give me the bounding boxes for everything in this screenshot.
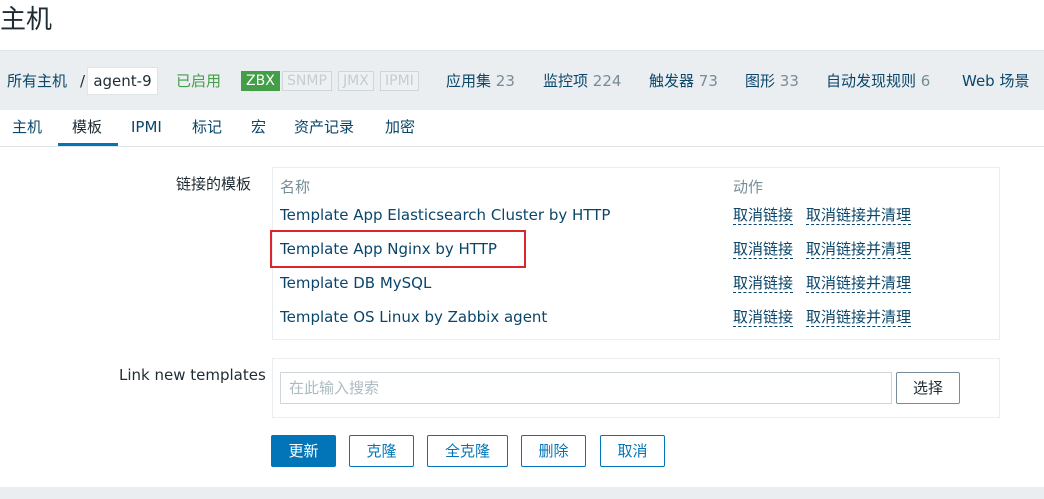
nav-web-link[interactable]: Web 场景 [962,72,1029,90]
nav-applications-label: 应用集 [446,72,492,90]
unlink-clear-button-mysql[interactable]: 取消链接并清理 [806,274,912,293]
column-header-action: 动作 [733,178,764,196]
full-clone-button[interactable]: 全克隆 [427,435,508,467]
unlink-button-elasticsearch[interactable]: 取消链接 [733,206,794,225]
availability-ipmi-badge: IPMI [380,71,419,91]
nav-items-link[interactable]: 监控项 224 [543,72,621,90]
linked-templates-label: 链接的模板 [176,175,252,193]
nav-discovery-count: 6 [920,72,931,90]
tab-inventory[interactable]: 资产记录 [294,118,354,136]
availability-snmp-badge: SNMP [282,71,332,91]
nav-triggers-link[interactable]: 触发器 73 [649,72,718,90]
tab-encryption[interactable]: 加密 [385,118,415,136]
cancel-button[interactable]: 取消 [600,435,665,467]
tab-host[interactable]: 主机 [12,118,42,136]
link-new-templates-label: Link new templates [119,366,266,384]
unlink-button-nginx[interactable]: 取消链接 [733,240,794,259]
unlink-clear-button-nginx[interactable]: 取消链接并清理 [806,240,912,259]
tab-macros[interactable]: 宏 [251,118,266,136]
nav-graphs-label: 图形 [745,72,776,90]
nav-discovery-label: 自动发现规则 [826,72,917,90]
unlink-button-linux[interactable]: 取消链接 [733,308,794,327]
nav-items-label: 监控项 [543,72,589,90]
nav-items-count: 224 [592,72,622,90]
unlink-clear-button-linux[interactable]: 取消链接并清理 [806,308,912,327]
nav-applications-link[interactable]: 应用集 23 [446,72,515,90]
link-new-templates-box: 选择 [272,358,1000,418]
template-link-linux[interactable]: Template OS Linux by Zabbix agent [280,308,547,326]
tabs-row: 主机 模板 IPMI 标记 宏 资产记录 加密 [0,110,1044,147]
unlink-clear-button-elasticsearch[interactable]: 取消链接并清理 [806,206,912,225]
breadcrumb-host-name: agent-9 [87,67,158,95]
breadcrumb-all-hosts-link[interactable]: 所有主机 [7,72,67,90]
page-title: 主机 [0,5,53,35]
nav-triggers-label: 触发器 [649,72,695,90]
nav-discovery-link[interactable]: 自动发现规则 6 [826,72,930,90]
active-tab-indicator [58,143,118,146]
nav-graphs-link[interactable]: 图形 33 [745,72,799,90]
template-link-elasticsearch[interactable]: Template App Elasticsearch Cluster by HT… [280,206,610,224]
template-link-mysql[interactable]: Template DB MySQL [280,274,431,292]
nav-graphs-count: 33 [779,72,799,90]
clone-button[interactable]: 克隆 [349,435,414,467]
tab-ipmi[interactable]: IPMI [131,118,162,136]
availability-jmx-badge: JMX [338,71,374,91]
host-nav-bar: 所有主机 / agent-9 已启用 ZBX SNMP JMX IPMI 应用集… [0,50,1044,110]
host-status-badge[interactable]: 已启用 [176,72,221,90]
availability-zbx-badge: ZBX [241,71,280,91]
update-button[interactable]: 更新 [271,435,336,467]
nav-applications-count: 23 [495,72,515,90]
column-header-name: 名称 [280,178,311,196]
nginx-template-highlight [270,230,526,268]
nav-triggers-count: 73 [698,72,718,90]
tab-tags[interactable]: 标记 [192,118,222,136]
select-template-button[interactable]: 选择 [896,372,960,404]
breadcrumb-separator: / [80,72,86,90]
template-search-input[interactable] [280,372,892,404]
unlink-button-mysql[interactable]: 取消链接 [733,274,794,293]
tab-templates[interactable]: 模板 [72,118,102,136]
footer-strip [0,487,1044,499]
delete-button[interactable]: 删除 [521,435,586,467]
